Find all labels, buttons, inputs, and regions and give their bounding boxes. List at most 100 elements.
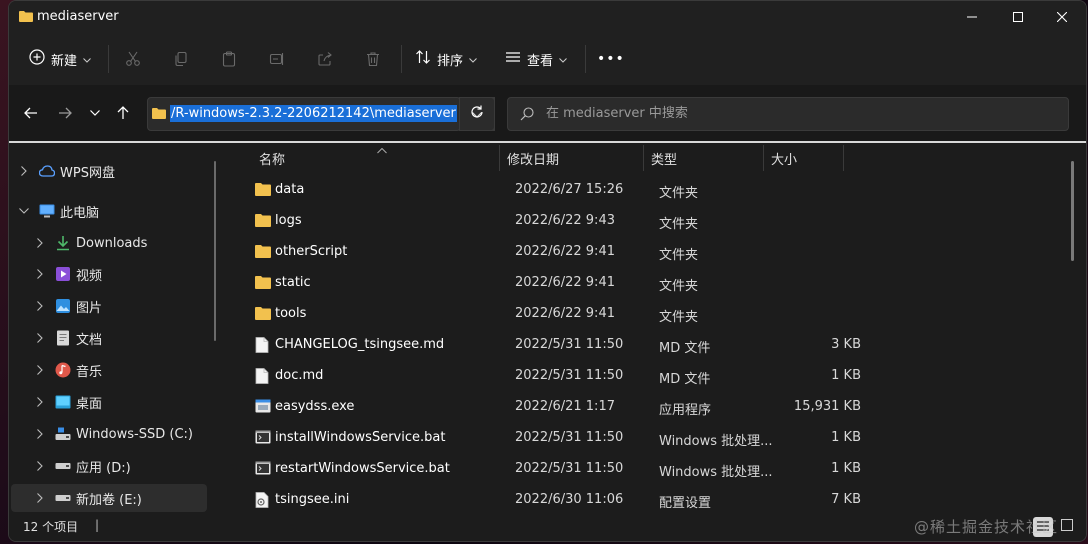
chevron-right-icon[interactable] — [35, 493, 45, 503]
file-name[interactable]: tools — [275, 306, 306, 321]
sidebar-item-label: 音乐 — [76, 364, 103, 380]
chevron-right-icon[interactable] — [35, 365, 45, 375]
file-row[interactable]: otherScript 2022/6/22 9:41 文件夹 — [241, 237, 861, 268]
chevron-right-icon[interactable] — [35, 397, 45, 407]
large-icons-view-button[interactable] — [1057, 517, 1077, 537]
chevron-right-icon[interactable] — [35, 238, 45, 248]
file-name[interactable]: data — [275, 182, 304, 197]
paste-icon[interactable] — [219, 49, 239, 69]
column-divider[interactable] — [643, 145, 644, 171]
sidebar-scrollbar[interactable] — [214, 161, 216, 341]
file-size: 1 KB — [831, 461, 861, 476]
chevron-right-icon[interactable] — [19, 166, 29, 176]
sidebar-item-drive-c[interactable]: Windows-SSD (C:) — [11, 420, 207, 448]
delete-icon[interactable] — [363, 49, 383, 69]
computer-icon — [39, 203, 55, 219]
chevron-right-icon[interactable] — [35, 461, 45, 471]
more-options-button[interactable]: ••• — [597, 47, 625, 71]
chevron-right-icon[interactable] — [35, 301, 45, 311]
sidebar-item-label: 视频 — [76, 268, 103, 284]
column-divider[interactable] — [499, 145, 500, 171]
file-row[interactable]: CHANGELOG_tsingsee.md 2022/5/31 11:50 MD 文… — [241, 330, 861, 361]
search-icon — [520, 107, 534, 125]
large-icons-view-icon — [1061, 519, 1073, 535]
folder-icon — [255, 306, 271, 322]
chevron-right-icon[interactable] — [35, 269, 45, 279]
forward-arrow-icon[interactable] — [55, 103, 75, 123]
back-arrow-icon[interactable] — [21, 103, 41, 123]
sidebar-item-label: 应用 (D:) — [76, 460, 131, 476]
sidebar-item-music[interactable]: 音乐 — [11, 356, 207, 384]
file-row[interactable]: static 2022/6/22 9:41 文件夹 — [241, 268, 861, 299]
file-name[interactable]: static — [275, 275, 311, 290]
column-header-size[interactable]: 大小 — [771, 143, 797, 173]
file-name[interactable]: easydss.exe — [275, 399, 354, 414]
list-view-icon — [505, 49, 521, 69]
search-box[interactable] — [507, 97, 1069, 131]
file-name[interactable]: logs — [275, 213, 302, 228]
address-path[interactable]: /R-windows-2.3.2-2206212142\mediaserver — [170, 105, 457, 122]
file-row[interactable]: easydss.exe 2022/6/21 1:17 应用程序 15,931 KB — [241, 392, 861, 423]
sidebar-item-desktop[interactable]: 桌面 — [11, 388, 207, 416]
sidebar-item-label: 此电脑 — [60, 205, 100, 221]
chevron-right-icon[interactable] — [35, 333, 45, 343]
file-row[interactable]: restartWindowsService.bat 2022/5/31 11:50… — [241, 454, 861, 485]
file-date: 2022/6/21 1:17 — [515, 399, 615, 414]
file-name[interactable]: otherScript — [275, 244, 347, 259]
file-name[interactable]: CHANGELOG_tsingsee.md — [275, 337, 444, 352]
chevron-down-icon[interactable] — [19, 206, 29, 216]
address-bar[interactable]: /R-windows-2.3.2-2206212142\mediaserver — [147, 97, 461, 131]
file-row[interactable]: logs 2022/6/22 9:43 文件夹 — [241, 206, 861, 237]
column-header-type[interactable]: 类型 — [651, 143, 677, 173]
rename-icon[interactable] — [267, 49, 287, 69]
sidebar-item-documents[interactable]: 文档 — [11, 324, 207, 352]
desktop-icon — [55, 394, 71, 410]
copy-icon[interactable] — [171, 49, 191, 69]
file-date: 2022/6/22 9:43 — [515, 213, 615, 228]
file-date: 2022/5/31 11:50 — [515, 337, 624, 352]
sidebar-item-downloads[interactable]: Downloads — [11, 229, 207, 257]
column-divider[interactable] — [763, 145, 764, 171]
file-row[interactable]: tools 2022/6/22 9:41 文件夹 — [241, 299, 861, 330]
sort-button[interactable]: 排序 — [415, 47, 477, 71]
cut-icon[interactable] — [123, 49, 143, 69]
column-divider[interactable] — [843, 145, 844, 171]
sidebar-item-videos[interactable]: 视频 — [11, 260, 207, 288]
sidebar-item-drive-d[interactable]: 应用 (D:) — [11, 452, 207, 480]
view-button[interactable]: 查看 — [505, 47, 567, 71]
item-count: 12 个项目 — [23, 520, 79, 534]
sidebar-item-pictures[interactable]: 图片 — [11, 292, 207, 320]
file-row[interactable]: data 2022/6/27 15:26 文件夹 — [241, 175, 861, 206]
file-name[interactable]: installWindowsService.bat — [275, 430, 445, 445]
file-type: Windows 批处理... — [659, 465, 773, 480]
title-bar: mediaserver — [9, 1, 1086, 33]
sidebar-item-wps-cloud[interactable]: WPS网盘 — [11, 157, 207, 185]
content-scrollbar[interactable] — [1071, 161, 1074, 261]
sidebar-item-this-pc[interactable]: 此电脑 — [11, 197, 207, 225]
file-name[interactable]: tsingsee.ini — [275, 492, 349, 507]
column-header-name[interactable]: 名称 — [259, 143, 285, 173]
maximize-button[interactable] — [995, 1, 1041, 33]
file-row[interactable]: tsingsee.ini 2022/6/30 11:06 配置设置 7 KB — [241, 485, 861, 516]
column-header-date[interactable]: 修改日期 — [507, 143, 559, 173]
file-type: Windows 批处理... — [659, 434, 773, 449]
minimize-button[interactable] — [949, 1, 995, 33]
chevron-down-icon — [469, 52, 477, 67]
file-row[interactable]: installWindowsService.bat 2022/5/31 11:50… — [241, 423, 861, 454]
sidebar-item-drive-e[interactable]: 新加卷 (E:) — [11, 484, 207, 512]
up-arrow-icon[interactable] — [113, 103, 133, 123]
search-input[interactable] — [544, 105, 1048, 122]
recent-locations-chevron-icon[interactable] — [85, 103, 105, 123]
close-button[interactable] — [1039, 1, 1085, 33]
share-icon[interactable] — [315, 49, 335, 69]
sidebar-item-label: Windows-SSD (C:) — [76, 426, 193, 442]
new-label: 新建 — [51, 53, 78, 69]
chevron-right-icon[interactable] — [35, 429, 45, 439]
new-button[interactable]: 新建 — [29, 47, 91, 71]
file-row[interactable]: doc.md 2022/5/31 11:50 MD 文件 1 KB — [241, 361, 861, 392]
file-size: 7 KB — [831, 492, 861, 507]
file-name[interactable]: restartWindowsService.bat — [275, 461, 450, 476]
file-name[interactable]: doc.md — [275, 368, 323, 383]
refresh-button[interactable] — [459, 97, 495, 131]
watermark: @稀土掘金技术社区 — [913, 518, 1058, 536]
